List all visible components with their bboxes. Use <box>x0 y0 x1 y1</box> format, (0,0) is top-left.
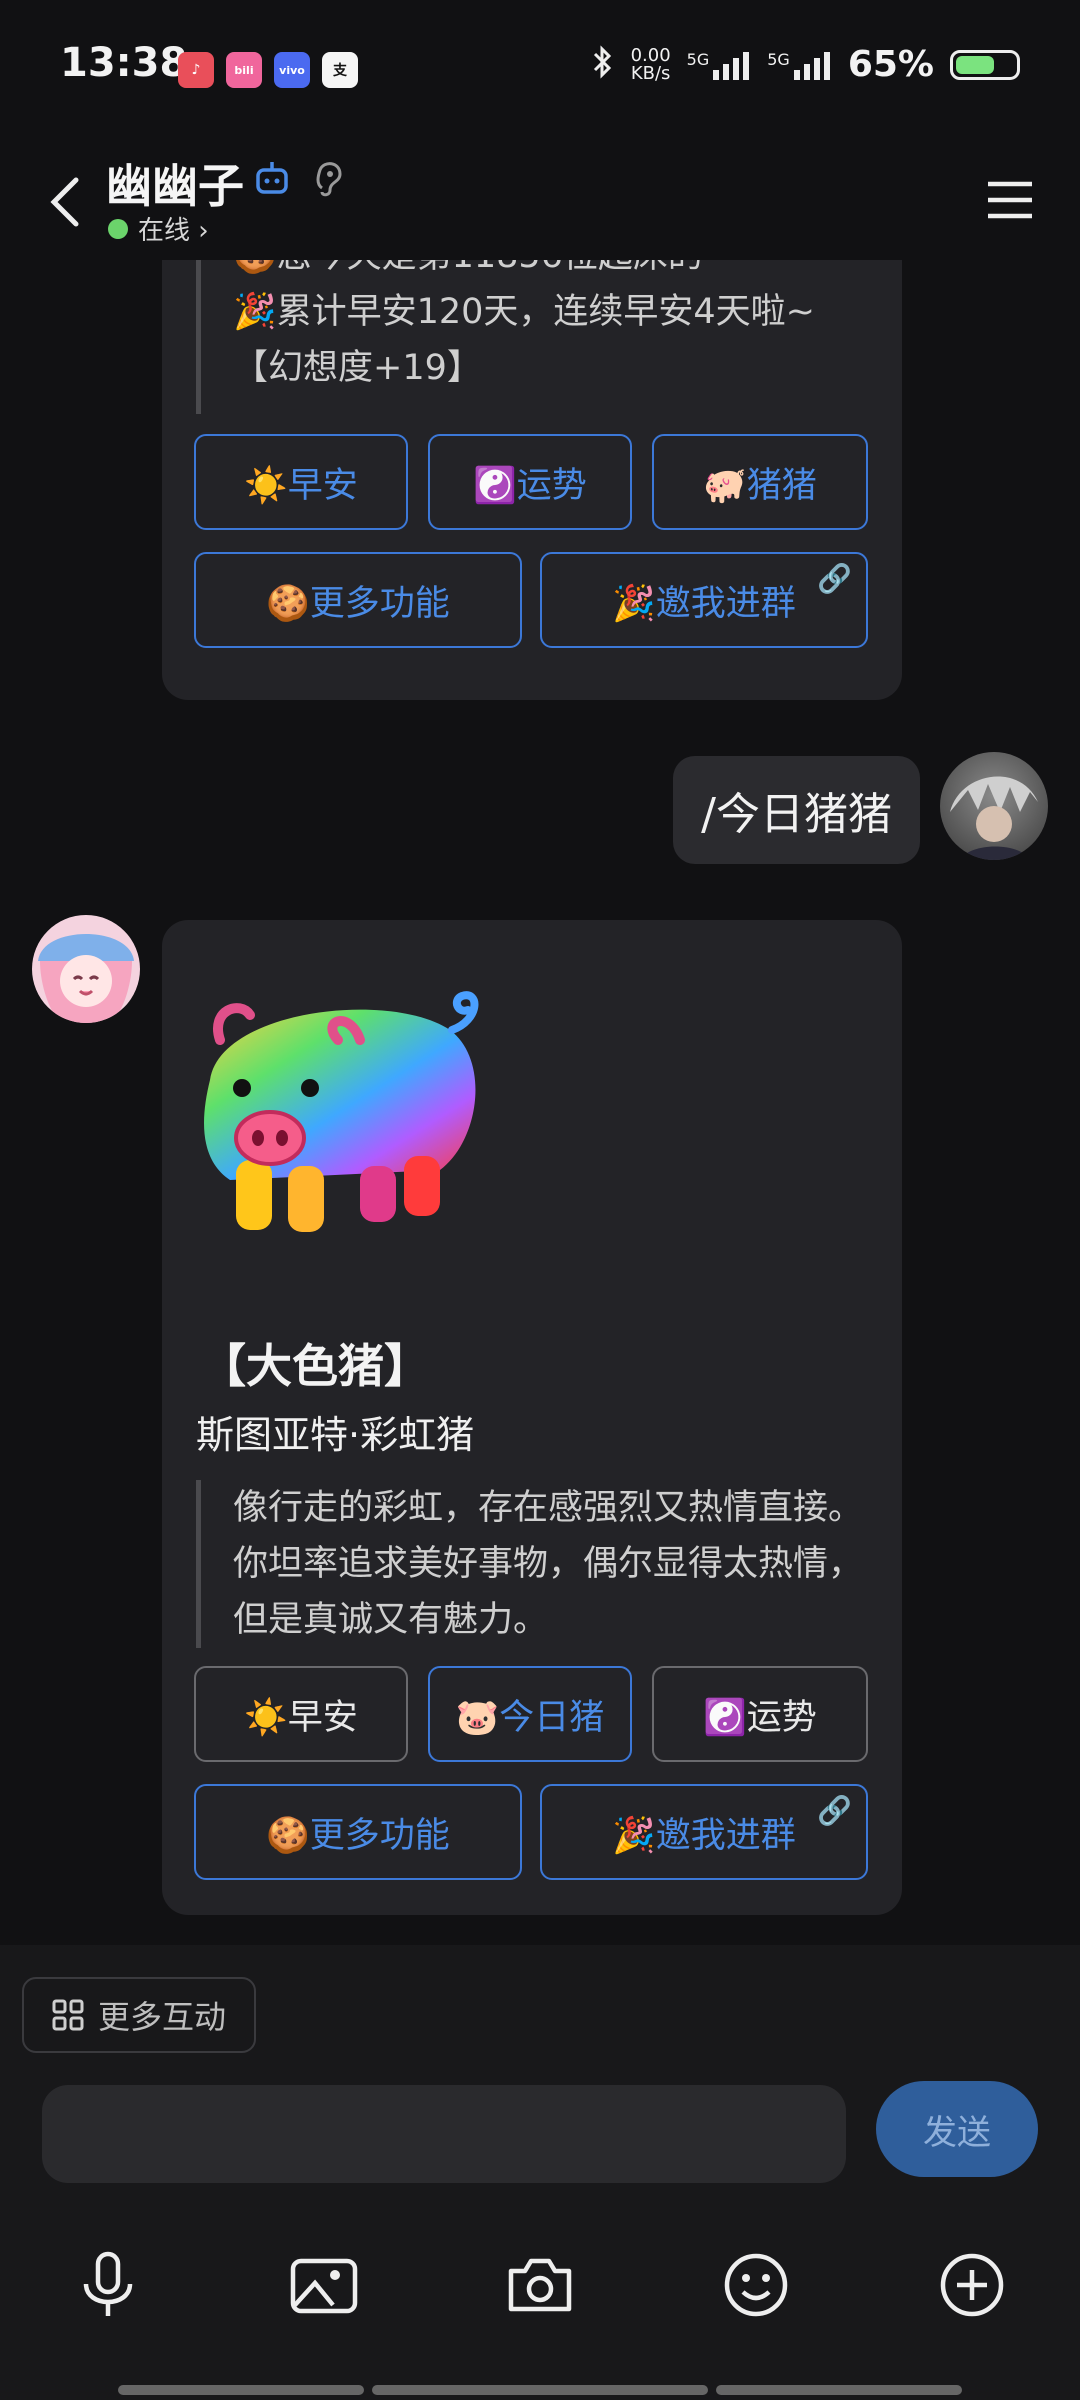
gesture-bar-center[interactable] <box>372 2385 708 2395</box>
notification-icons: ♪ bili vivo 支 <box>178 52 358 88</box>
chat-header: 幽幽子 在线 › <box>0 140 1080 260</box>
composer-toolbar <box>0 2245 1080 2345</box>
bot-message-card: 🍪您今天是第11856位起床的~ 🎉累计早安120天，连续早安4天啦~ 【幻想度… <box>162 260 902 700</box>
net-speed: 0.00 KB/s <box>630 44 671 84</box>
link-icon: 🔗 <box>817 1794 852 1827</box>
camera-icon[interactable] <box>500 2245 580 2325</box>
morning-button[interactable]: ☀️早安 <box>194 434 408 530</box>
battery-icon <box>950 49 1020 80</box>
page-title[interactable]: 幽幽子 <box>106 150 244 216</box>
back-button[interactable] <box>40 160 100 240</box>
bot-pig-card: 【大色猪】 斯图亚特·彩虹猪 像行走的彩虹，存在感强烈又热情直接。你坦率追求美好… <box>162 920 902 1915</box>
more-interaction-button[interactable]: 更多互动 <box>22 1977 257 2053</box>
battery-percent: 65% <box>847 44 934 85</box>
menu-button[interactable] <box>980 170 1040 230</box>
grid-icon <box>52 1999 84 2031</box>
title-icons <box>252 158 346 202</box>
bluetooth-icon <box>591 44 615 85</box>
message-quote: 🍪您今天是第11856位起床的~ 🎉累计早安120天，连续早安4天啦~ 【幻想度… <box>196 260 893 414</box>
send-button[interactable]: 发送 <box>876 2081 1038 2177</box>
pig-subtitle: 斯图亚特·彩虹猪 <box>196 1413 475 1457</box>
hamburger-icon <box>988 181 1032 219</box>
message-input[interactable] <box>42 2085 846 2183</box>
robot-icon <box>252 158 292 202</box>
status-bar: 13:38 ♪ bili vivo 支 0.00 KB/s 5G 5G 65% <box>0 0 1080 140</box>
bot-avatar[interactable] <box>32 915 140 1023</box>
online-status[interactable]: 在线 › <box>108 210 209 247</box>
alipay-icon: 支 <box>322 52 358 88</box>
fortune-button[interactable]: ☯️运势 <box>652 1666 868 1762</box>
gesture-bar-left <box>118 2385 364 2395</box>
pig-button[interactable]: 🐖猪猪 <box>652 434 868 530</box>
rainbow-pig-image[interactable] <box>190 970 490 1270</box>
battery-fill <box>956 55 994 74</box>
chevron-left-icon <box>50 177 79 227</box>
message-line: 🎉累计早安120天，连续早安4天啦~ <box>233 292 815 332</box>
message-line: 【幻想度+19】 <box>233 348 482 388</box>
composer-area: 更多互动 发送 <box>0 1945 1080 2400</box>
status-time: 13:38 <box>60 40 188 86</box>
fortune-button[interactable]: ☯️运势 <box>428 434 632 530</box>
gesture-bar-right <box>716 2385 962 2395</box>
signal-1: 5G <box>687 50 752 80</box>
more-features-button[interactable]: 🍪更多功能 <box>194 1784 522 1880</box>
invite-to-group-button[interactable]: 🎉邀我进群 🔗 <box>540 1784 868 1880</box>
pig-title: 【大色猪】 <box>200 1339 430 1393</box>
chat-area[interactable]: 🍪您今天是第11856位起床的~ 🎉累计早安120天，连续早安4天啦~ 【幻想度… <box>0 260 1080 1945</box>
signal-bars-icon <box>793 51 830 80</box>
user-message-bubble[interactable]: /今日猪猪 <box>673 756 920 864</box>
message-line-partial: 🍪您今天是第11856位起床的~ <box>233 260 893 284</box>
ear-icon[interactable] <box>312 158 346 202</box>
online-dot <box>108 218 128 239</box>
today-pig-button[interactable]: 🐷今日猪 <box>428 1666 632 1762</box>
user-avatar[interactable] <box>940 752 1048 860</box>
status-right: 0.00 KB/s 5G 5G 65% <box>591 44 1020 85</box>
image-icon[interactable] <box>284 2245 364 2325</box>
emoji-icon[interactable] <box>716 2245 796 2325</box>
plus-icon[interactable] <box>932 2245 1012 2325</box>
invite-to-group-button[interactable]: 🎉邀我进群 🔗 <box>540 552 868 648</box>
bilibili-icon: bili <box>226 52 262 88</box>
douyin-icon: ♪ <box>178 52 214 88</box>
more-features-button[interactable]: 🍪更多功能 <box>194 552 522 648</box>
vivo-icon: vivo <box>274 52 310 88</box>
mic-icon[interactable] <box>68 2245 148 2325</box>
pig-description: 像行走的彩虹，存在感强烈又热情直接。你坦率追求美好事物，偶尔显得太热情，但是真诚… <box>196 1480 873 1648</box>
signal-bars-icon <box>713 51 750 80</box>
signal-2: 5G <box>767 50 832 80</box>
link-icon: 🔗 <box>817 562 852 595</box>
morning-button[interactable]: ☀️早安 <box>194 1666 408 1762</box>
